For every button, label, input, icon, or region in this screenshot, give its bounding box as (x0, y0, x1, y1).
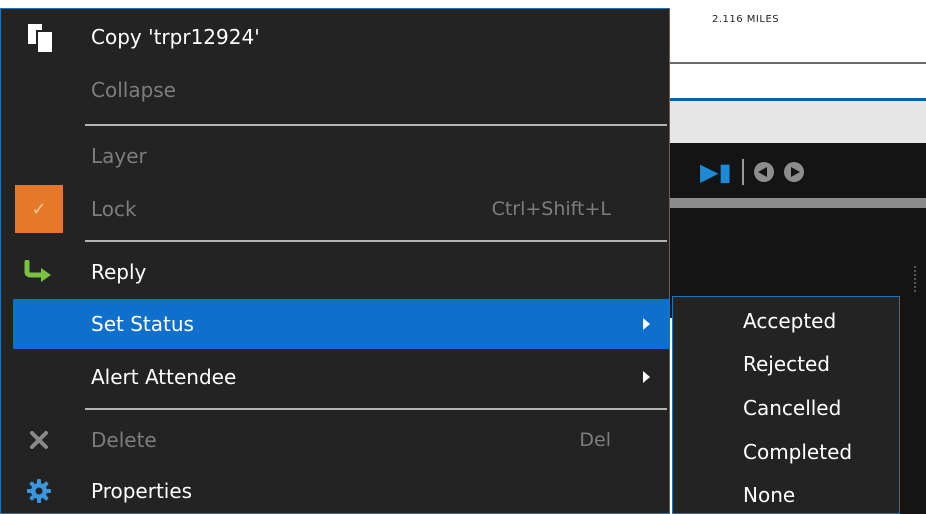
gear-icon (13, 469, 65, 513)
dark-panel-edge (900, 300, 926, 514)
x-icon (13, 417, 65, 463)
skip-next-icon[interactable]: ▶▮ (700, 160, 732, 184)
input-strip (660, 64, 926, 100)
resize-handle[interactable] (914, 266, 918, 292)
lock-checkbox: ✓ (13, 184, 65, 234)
menu-item-label: Layer (91, 144, 147, 168)
menu-item-label: Properties (91, 479, 193, 503)
map-scale-label: 2.116 MILES (712, 14, 780, 25)
menu-separator (85, 240, 667, 242)
context-menu: Copy 'trpr12924' Collapse Layer ✓ Lock C… (0, 8, 670, 514)
reply-arrow-icon (13, 249, 65, 295)
menu-item-copy[interactable]: Copy 'trpr12924' (13, 15, 669, 59)
status-submenu: Accepted Rejected Cancelled Completed No… (672, 296, 900, 514)
toolbar-strip (660, 101, 926, 143)
previous-circle-icon[interactable] (753, 162, 774, 182)
menu-item-set-status[interactable]: Set Status (13, 299, 669, 349)
next-circle-icon[interactable] (783, 162, 804, 182)
media-separator (741, 159, 744, 185)
menu-item-label: Alert Attendee (91, 365, 237, 389)
menu-item-layer: Layer (13, 133, 669, 179)
submenu-arrow-icon (643, 318, 650, 330)
menu-item-label: Collapse (91, 78, 176, 102)
timeline-track[interactable] (660, 198, 926, 208)
map-header (660, 0, 926, 62)
checkmark-icon: ✓ (31, 198, 47, 220)
media-controls: ▶▮ (700, 156, 804, 188)
menu-separator (85, 408, 667, 410)
submenu-arrow-icon (643, 371, 650, 383)
menu-item-shortcut: Del (579, 429, 611, 451)
copy-icon (13, 15, 65, 59)
menu-item-label: Copy 'trpr12924' (91, 25, 260, 49)
menu-item-label: Reply (91, 260, 147, 284)
menu-item-label: Set Status (91, 312, 194, 336)
menu-item-label: Lock (91, 197, 137, 221)
submenu-item-rejected[interactable]: Rejected (743, 352, 830, 376)
menu-item-label: Delete (91, 428, 157, 452)
menu-item-shortcut: Ctrl+Shift+L (491, 198, 611, 220)
submenu-item-cancelled[interactable]: Cancelled (743, 396, 841, 420)
submenu-item-accepted[interactable]: Accepted (743, 309, 836, 333)
menu-item-lock: ✓ Lock Ctrl+Shift+L (13, 184, 669, 234)
menu-item-alert-attendee[interactable]: Alert Attendee (13, 352, 669, 402)
menu-item-collapse: Collapse (13, 67, 669, 113)
submenu-item-none[interactable]: None (743, 483, 795, 507)
menu-separator (85, 124, 667, 126)
menu-item-reply[interactable]: Reply (13, 249, 669, 295)
submenu-item-completed[interactable]: Completed (743, 440, 852, 464)
menu-item-properties[interactable]: Properties (13, 469, 669, 513)
menu-item-delete: Delete Del (13, 417, 669, 463)
